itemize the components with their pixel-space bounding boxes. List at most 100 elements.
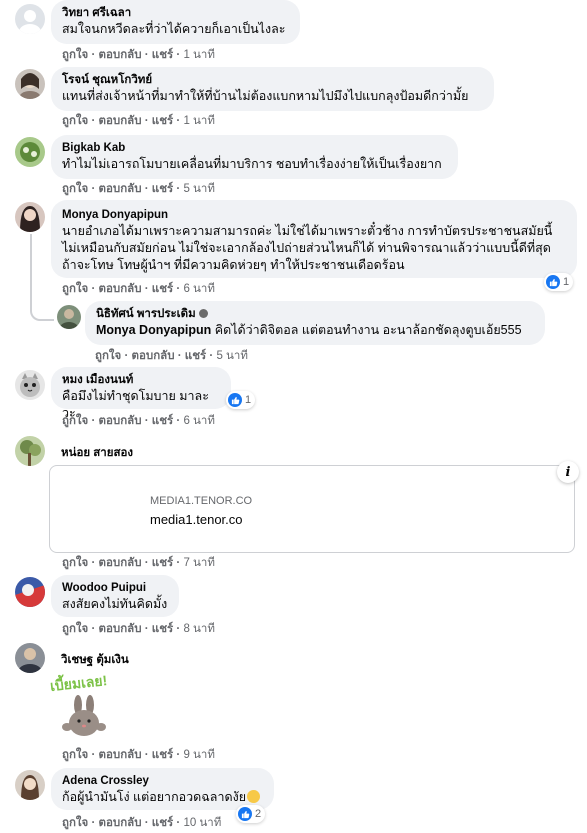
timestamp[interactable]: 5 นาที bbox=[216, 350, 248, 362]
separator: · bbox=[144, 49, 149, 61]
mention-link[interactable]: Monya Donyapipun bbox=[96, 323, 211, 337]
comment-bubble: Bigkab Kab ทำไมไม่เอารถโมบายเคลื่อนที่มา… bbox=[51, 135, 458, 179]
like-link[interactable]: ถูกใจ bbox=[62, 749, 88, 761]
comment-bubble: โรจน์ ชุณหโกวิทย์ แทนที่ส่งเจ้าหน้าที่มา… bbox=[51, 67, 494, 111]
reply-link[interactable]: ตอบกลับ bbox=[99, 623, 142, 635]
like-link[interactable]: ถูกใจ bbox=[62, 183, 88, 195]
link-title: media1.tenor.co bbox=[150, 512, 243, 527]
comment-bubble: นิธิทัศน์ พารประเดิม Monya Donyapipun คิ… bbox=[85, 301, 545, 345]
thumbs-up-icon bbox=[546, 275, 560, 289]
comment-text: สมใจนกหวีดละที่ว่าได้ควายก็เอาเป็นไงละ bbox=[62, 22, 286, 36]
avatar[interactable] bbox=[15, 137, 45, 167]
share-link[interactable]: แชร์ bbox=[152, 557, 173, 569]
like-link[interactable]: ถูกใจ bbox=[62, 283, 88, 295]
share-link[interactable]: แชร์ bbox=[152, 49, 173, 61]
commenter-name[interactable]: Woodoo Puipui bbox=[62, 581, 168, 596]
badge-icon bbox=[198, 309, 208, 318]
comment-text-body: ก้อผู้นำมันโง่ แต่อยากอวดฉลาดงัย bbox=[62, 790, 247, 804]
timestamp[interactable]: 10 นาที bbox=[183, 817, 221, 829]
like-link[interactable]: ถูกใจ bbox=[95, 350, 121, 362]
timestamp[interactable]: 6 นาที bbox=[183, 415, 215, 427]
like-link[interactable]: ถูกใจ bbox=[62, 623, 88, 635]
separator: · bbox=[144, 817, 149, 829]
comment-text-line: ถ้าจะโทษ โทษผู้นำฯ ที่มีความคิดห่วยๆ ทำใ… bbox=[62, 258, 405, 272]
comment-text-body: คิดได้ว่าดิจิตอล แต่ตอนทำงาน อะนาล้อกชัด… bbox=[211, 323, 522, 337]
link-domain-caps: MEDIA1.TENOR.CO bbox=[150, 495, 253, 507]
commenter-name[interactable]: หน่อย สายสอง bbox=[61, 444, 133, 462]
reply-link[interactable]: ตอบกลับ bbox=[99, 49, 142, 61]
comment-bubble: วิทยา ศรีเฉลา สมใจนกหวีดละที่ว่าได้ควายก… bbox=[51, 0, 300, 44]
timestamp[interactable]: 9 นาที bbox=[183, 749, 215, 761]
commenter-name[interactable]: วิเชษฐ ตุ้มเงิน bbox=[61, 651, 129, 669]
reply-connector bbox=[30, 234, 54, 321]
commenter-name[interactable]: วิทยา ศรีเฉลา bbox=[62, 6, 289, 21]
avatar[interactable] bbox=[15, 436, 45, 466]
comment-text: Monya Donyapipun คิดได้ว่าดิจิตอล แต่ตอน… bbox=[96, 322, 534, 339]
separator: · bbox=[176, 749, 181, 761]
like-link[interactable]: ถูกใจ bbox=[62, 817, 88, 829]
commenter-name-text: นิธิทัศน์ พารประเดิม bbox=[96, 308, 196, 320]
separator: · bbox=[91, 283, 96, 295]
like-link[interactable]: ถูกใจ bbox=[62, 415, 88, 427]
commenter-name[interactable]: นิธิทัศน์ พารประเดิม bbox=[96, 307, 534, 322]
timestamp[interactable]: 6 นาที bbox=[183, 283, 215, 295]
worried-face-icon bbox=[247, 790, 261, 803]
reaction-badge[interactable]: 2 bbox=[236, 805, 266, 823]
reply-link[interactable]: ตอบกลับ bbox=[99, 283, 142, 295]
reply-link[interactable]: ตอบกลับ bbox=[99, 749, 142, 761]
share-link[interactable]: แชร์ bbox=[152, 183, 173, 195]
separator: · bbox=[124, 350, 129, 362]
reply-link[interactable]: ตอบกลับ bbox=[99, 415, 142, 427]
commenter-name[interactable]: Adena Crossley bbox=[62, 774, 263, 789]
like-link[interactable]: ถูกใจ bbox=[62, 115, 88, 127]
reply-link[interactable]: ตอบกลับ bbox=[132, 350, 175, 362]
timestamp[interactable]: 1 นาที bbox=[183, 115, 215, 127]
sticker[interactable]: เบี้ยมเลย! bbox=[49, 671, 122, 743]
reaction-badge[interactable]: 1 bbox=[544, 273, 574, 291]
separator: · bbox=[176, 283, 181, 295]
reaction-badge[interactable]: 1 bbox=[226, 391, 256, 409]
avatar[interactable] bbox=[15, 4, 45, 34]
share-link[interactable]: แชร์ bbox=[152, 623, 173, 635]
comment-actions: ถูกใจ · ตอบกลับ · แชร์ · 6 นาที bbox=[62, 282, 215, 296]
avatar[interactable] bbox=[15, 577, 45, 607]
commenter-name[interactable]: Monya Donyapipun bbox=[62, 208, 566, 223]
share-link[interactable]: แชร์ bbox=[152, 115, 173, 127]
separator: · bbox=[144, 183, 149, 195]
share-link[interactable]: แชร์ bbox=[152, 817, 173, 829]
timestamp[interactable]: 5 นาที bbox=[183, 183, 215, 195]
avatar[interactable] bbox=[57, 305, 81, 329]
separator: · bbox=[144, 749, 149, 761]
avatar[interactable] bbox=[15, 643, 45, 673]
comment-actions: ถูกใจ · ตอบกลับ · แชร์ · 1 นาที bbox=[62, 114, 215, 128]
separator: · bbox=[144, 557, 149, 569]
share-link[interactable]: แชร์ bbox=[152, 415, 173, 427]
avatar[interactable] bbox=[15, 370, 45, 400]
info-icon[interactable]: i bbox=[557, 461, 579, 483]
separator: · bbox=[144, 623, 149, 635]
reply-link[interactable]: ตอบกลับ bbox=[99, 557, 142, 569]
timestamp[interactable]: 1 นาที bbox=[183, 49, 215, 61]
commenter-name[interactable]: โรจน์ ชุณหโกวิทย์ bbox=[62, 73, 483, 88]
avatar[interactable] bbox=[15, 770, 45, 800]
share-link[interactable]: แชร์ bbox=[185, 350, 206, 362]
reply-link[interactable]: ตอบกลับ bbox=[99, 817, 142, 829]
comment-actions: ถูกใจ · ตอบกลับ · แชร์ · 1 นาที bbox=[62, 48, 215, 62]
link-preview-card[interactable]: MEDIA1.TENOR.CO media1.tenor.co bbox=[49, 465, 575, 553]
timestamp[interactable]: 8 นาที bbox=[183, 623, 215, 635]
reply-link[interactable]: ตอบกลับ bbox=[99, 115, 142, 127]
like-link[interactable]: ถูกใจ bbox=[62, 557, 88, 569]
timestamp[interactable]: 7 นาที bbox=[183, 557, 215, 569]
reply-link[interactable]: ตอบกลับ bbox=[99, 183, 142, 195]
avatar[interactable] bbox=[15, 69, 45, 99]
avatar[interactable] bbox=[15, 202, 45, 232]
like-link[interactable]: ถูกใจ bbox=[62, 49, 88, 61]
separator: · bbox=[176, 49, 181, 61]
commenter-name[interactable]: Bigkab Kab bbox=[62, 141, 447, 156]
share-link[interactable]: แชร์ bbox=[152, 283, 173, 295]
commenter-name[interactable]: หมง เมืองนนท์ bbox=[62, 373, 220, 388]
separator: · bbox=[91, 49, 96, 61]
share-link[interactable]: แชร์ bbox=[152, 749, 173, 761]
comment-text-line: นายอำเภอได้มาเพราะความสามารถค่ะ ไม่ใช่ได… bbox=[62, 224, 553, 238]
comment-actions: ถูกใจ · ตอบกลับ · แชร์ · 7 นาที bbox=[62, 556, 215, 570]
